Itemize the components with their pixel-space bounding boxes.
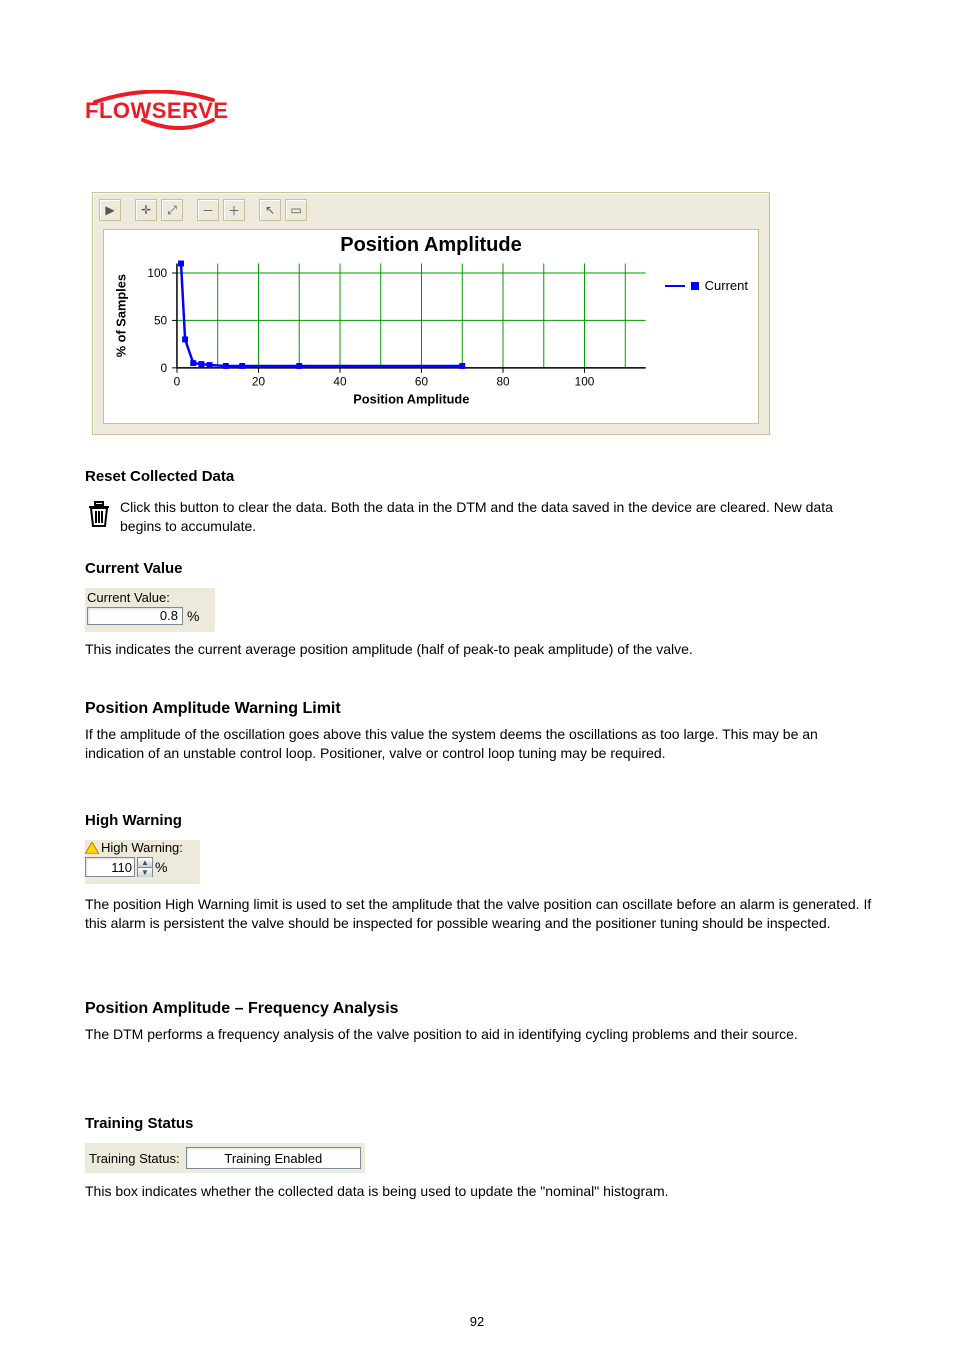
high-warning-widget: High Warning: ▲ ▼ % bbox=[85, 840, 200, 884]
toolbar-collapse-button[interactable]: ▶ bbox=[99, 199, 121, 221]
high-warning-body: The position High Warning limit is used … bbox=[85, 895, 875, 933]
high-warning-input[interactable] bbox=[85, 857, 135, 877]
current-value-label: Current Value: bbox=[85, 588, 215, 605]
high-warning-spinner[interactable]: ▲ ▼ bbox=[137, 857, 153, 877]
svg-text:100: 100 bbox=[575, 375, 595, 389]
zoom-out-button[interactable]: － bbox=[197, 199, 219, 221]
reset-body: Click this button to clear the data. Bot… bbox=[120, 498, 870, 536]
pointer-button[interactable]: ↖ bbox=[259, 199, 281, 221]
zoom-in-button[interactable]: ＋ bbox=[223, 199, 245, 221]
reset-heading: Reset Collected Data bbox=[85, 468, 234, 485]
high-warning-label: High Warning: bbox=[101, 840, 183, 855]
training-status-field: Training Enabled bbox=[186, 1147, 361, 1169]
freq-analysis-body: The DTM performs a frequency analysis of… bbox=[85, 1025, 875, 1044]
spinner-up-icon[interactable]: ▲ bbox=[138, 858, 152, 867]
flowserve-logo: FLOWSERVE bbox=[85, 90, 220, 132]
training-status-body: This box indicates whether the collected… bbox=[85, 1182, 875, 1201]
spinner-down-icon[interactable]: ▼ bbox=[138, 867, 152, 877]
svg-text:0: 0 bbox=[174, 375, 181, 389]
current-value-widget: Current Value: 0.8 % bbox=[85, 588, 215, 632]
legend-line-icon bbox=[665, 285, 685, 287]
training-status-heading: Training Status bbox=[85, 1115, 193, 1132]
warning-triangle-icon bbox=[85, 842, 99, 854]
legend-marker-icon bbox=[691, 282, 699, 290]
current-value-field: 0.8 bbox=[87, 607, 183, 625]
current-value-body: This indicates the current average posit… bbox=[85, 640, 870, 659]
chart-legend: Current bbox=[665, 278, 748, 293]
chart-svg: 0 20 40 60 80 100 0 50 100 Position Amplitude % of… bbox=[104, 230, 758, 423]
chart-area: Position Amplitude 0 20 40 60 80 100 0 50 100 Pos… bbox=[103, 229, 759, 424]
page-number: 92 bbox=[0, 1314, 954, 1329]
freq-analysis-heading: Position Amplitude – Frequency Analysis bbox=[85, 1000, 399, 1018]
svg-text:50: 50 bbox=[154, 313, 168, 327]
chart-toolbar: ▶ ✛ ⤢ － ＋ ↖ ▭ bbox=[99, 199, 307, 221]
logo-text: FLOWSERVE bbox=[85, 102, 220, 120]
svg-text:0: 0 bbox=[161, 361, 168, 375]
trash-icon bbox=[87, 500, 111, 528]
svg-text:60: 60 bbox=[415, 375, 429, 389]
training-status-label: Training Status: bbox=[89, 1151, 180, 1166]
svg-text:20: 20 bbox=[252, 375, 266, 389]
zoom-region-button[interactable]: ⤢ bbox=[161, 199, 183, 221]
high-warning-subheading: High Warning bbox=[85, 812, 182, 829]
svg-text:80: 80 bbox=[496, 375, 510, 389]
training-status-widget: Training Status: Training Enabled bbox=[85, 1143, 365, 1173]
reset-view-button[interactable]: ▭ bbox=[285, 199, 307, 221]
chart-panel: ▶ ✛ ⤢ － ＋ ↖ ▭ Position Amplitude 0 20 40 60… bbox=[92, 192, 770, 435]
svg-text:% of Samples: % of Samples bbox=[114, 274, 129, 357]
svg-text:40: 40 bbox=[333, 375, 347, 389]
reset-icon-wrap bbox=[85, 498, 113, 530]
legend-label: Current bbox=[705, 278, 748, 293]
current-value-unit: % bbox=[187, 608, 199, 624]
warning-limit-heading: Position Amplitude Warning Limit bbox=[85, 700, 341, 718]
high-warning-unit: % bbox=[155, 859, 167, 875]
svg-text:Position Amplitude: Position Amplitude bbox=[353, 391, 469, 406]
current-value-heading: Current Value bbox=[85, 560, 183, 577]
svg-text:100: 100 bbox=[147, 266, 167, 280]
warning-limit-p1: If the amplitude of the oscillation goes… bbox=[85, 725, 875, 763]
pan-button[interactable]: ✛ bbox=[135, 199, 157, 221]
